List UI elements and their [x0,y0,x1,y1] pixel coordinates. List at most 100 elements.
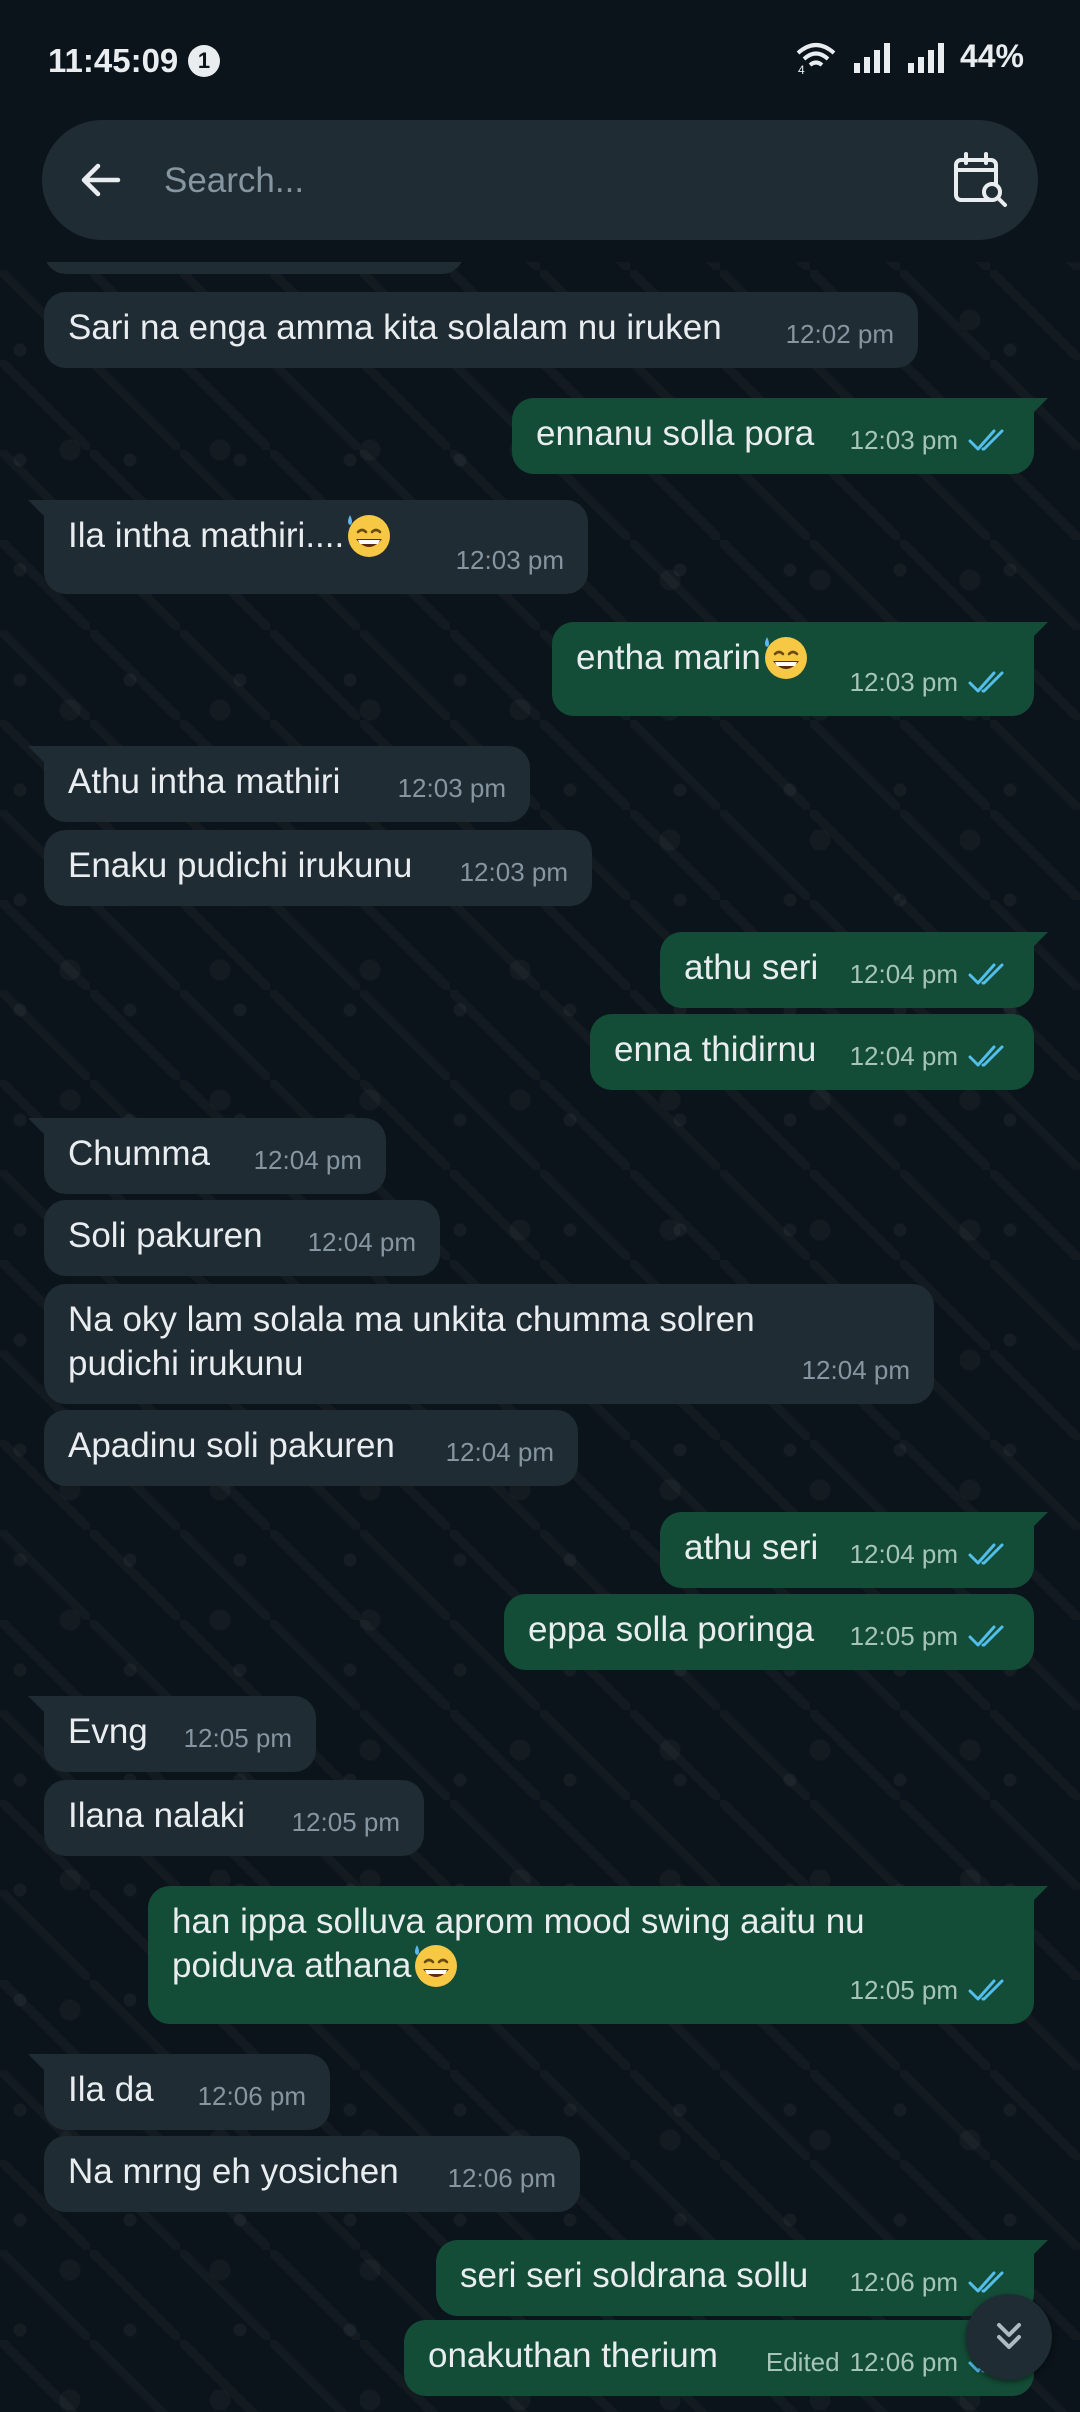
message-meta: 12:05 pm [850,1968,1010,2012]
message-meta: 12:03 pm [456,538,564,582]
search-input[interactable] [162,150,926,212]
double-check-read-icon [968,1979,1004,2001]
message-timestamp: 12:03 pm [459,857,568,887]
message-timestamp: 12:06 pm [849,2347,958,2377]
message-timestamp: 12:02 pm [785,319,894,349]
message-text: Sari na enga amma kita solalam nu iruken [68,308,722,347]
message-timestamp: 12:05 pm [849,1975,958,2005]
message-meta: 12:03 pm [850,418,1010,462]
message-timestamp: 12:06 pm [197,2081,306,2111]
calendar-search-icon[interactable] [950,150,1010,210]
message-timestamp: 12:05 pm [291,1807,400,1837]
grinning-sweat-emoji [415,1944,458,1987]
incoming-message-bubble[interactable]: Ilana nalaki 12:05 pm [44,1780,424,1856]
message-meta: 12:03 pm [850,660,1010,704]
message-timestamp: 12:06 pm [849,2267,958,2297]
double-check-read-icon [968,963,1004,985]
incoming-message-bubble[interactable]: Enaku pudichi irukunu 12:03 pm [44,830,592,906]
message-meta: 12:02 pm [786,312,894,356]
message-timestamp: 12:04 pm [849,959,958,989]
incoming-message-bubble[interactable]: Apadinu soli pakuren 12:04 pm [44,1410,578,1486]
message-text: Enaku pudichi irukunu [68,846,413,885]
message-meta: 12:04 pm [850,1034,1010,1078]
incoming-message-bubble[interactable]: Soli pakuren 12:04 pm [44,1200,440,1276]
message-timestamp: 12:03 pm [455,545,564,575]
outgoing-message-bubble[interactable]: athu seri 12:04 pm [660,1512,1034,1588]
incoming-message-bubble[interactable]: Ila intha mathiri.... 12:03 pm [44,500,588,594]
grinning-sweat-emoji [348,514,391,557]
notification-info-icon: 1 [188,45,220,77]
message-text: Athu intha mathiri [68,762,341,801]
message-text: ennanu solla pora [536,414,815,453]
message-meta: 12:04 pm [446,1430,554,1474]
grinning-sweat-emoji [764,636,807,679]
message-text: eppa solla poringa [528,1610,815,1649]
outgoing-message-bubble[interactable]: eppa solla poringa 12:05 pm [504,1594,1034,1670]
message-timestamp: 12:04 pm [307,1227,416,1257]
message-timestamp: 12:04 pm [253,1145,362,1175]
message-text: Chumma [68,1134,210,1173]
outgoing-message-bubble[interactable]: ennanu solla pora 12:03 pm [512,398,1034,474]
outgoing-message-bubble[interactable]: entha marin 12:03 pm [552,622,1034,716]
scroll-to-bottom-button[interactable] [966,2294,1052,2380]
message-text: han ippa solluva aprom mood swing aaitu … [172,1902,865,1985]
message-meta: 12:06 pm [850,2260,1010,2304]
incoming-message-bubble[interactable]: Athu intha mathiri 12:03 pm [44,746,530,822]
incoming-message-bubble[interactable]: Na mrng eh yosichen 12:06 pm [44,2136,580,2212]
message-timestamp: 12:06 pm [447,2163,556,2193]
outgoing-message-bubble[interactable]: seri seri soldrana sollu 12:06 pm [436,2240,1034,2316]
arrow-left-icon[interactable] [78,156,126,204]
message-list: 12:02 pmSari na enga amma kita solalam n… [0,0,1080,2412]
incoming-message-bubble[interactable]: Na oky lam solala ma unkita chumma solre… [44,1284,934,1404]
message-timestamp: 12:04 pm [849,1041,958,1071]
status-bar: 11:45:09 1 4 44% [0,0,1080,120]
double-check-read-icon [968,1625,1004,1647]
double-check-read-icon [968,1543,1004,1565]
message-timestamp: 12:04 pm [849,1539,958,1569]
message-text: Soli pakuren [68,1216,263,1255]
search-bar [42,120,1038,240]
message-text: Na mrng eh yosichen [68,2152,399,2191]
incoming-message-bubble[interactable]: Chumma 12:04 pm [44,1118,386,1194]
wifi-icon: 4 [796,42,836,75]
message-meta: 12:04 pm [254,1138,362,1182]
outgoing-message-bubble[interactable]: han ippa solluva aprom mood swing aaitu … [148,1886,1034,2024]
message-text: seri seri soldrana sollu [460,2256,809,2295]
message-timestamp: 12:03 pm [849,425,958,455]
message-timestamp: 12:05 pm [183,1723,292,1753]
outgoing-message-bubble[interactable]: onakuthan therium Edited 12:06 pm [404,2320,1034,2396]
double-check-read-icon [968,671,1004,693]
message-meta: 12:06 pm [198,2074,306,2118]
outgoing-message-bubble[interactable]: enna thidirnu 12:04 pm [590,1014,1034,1090]
message-meta: 12:05 pm [850,1614,1010,1658]
edited-label: Edited [765,2347,840,2377]
incoming-message-bubble[interactable]: Ila da 12:06 pm [44,2054,330,2130]
message-text: athu seri [684,948,819,987]
message-text: onakuthan therium [428,2336,718,2375]
battery-percentage: 44% [959,38,1024,74]
incoming-message-bubble[interactable]: Sari na enga amma kita solalam nu iruken… [44,292,918,368]
message-text: entha marin [576,638,761,677]
outgoing-message-bubble[interactable]: athu seri 12:04 pm [660,932,1034,1008]
message-text: Ila intha mathiri.... [68,516,345,555]
message-text: enna thidirnu [614,1030,817,1069]
message-text: Na oky lam solala ma unkita chumma solre… [68,1300,755,1383]
signal-icon-2 [907,42,944,73]
message-meta: 12:05 pm [184,1716,292,1760]
message-text: Apadinu soli pakuren [68,1426,395,1465]
message-text: Ila da [68,2070,154,2109]
message-text: Ilana nalaki [68,1796,246,1835]
message-timestamp: 12:04 pm [445,1437,554,1467]
status-time: 11:45:09 [48,42,179,79]
message-meta: 12:05 pm [292,1800,400,1844]
message-timestamp: 12:05 pm [849,1621,958,1651]
message-text: athu seri [684,1528,819,1567]
message-text: Evng [68,1712,148,1751]
message-meta: 12:04 pm [850,1532,1010,1576]
incoming-message-bubble[interactable]: Evng 12:05 pm [44,1696,316,1772]
message-meta: 12:03 pm [398,766,506,810]
message-timestamp: 12:04 pm [801,1355,910,1385]
signal-icon-1 [853,42,890,73]
message-timestamp: 12:03 pm [849,667,958,697]
double-chevron-down-icon [997,2323,1021,2349]
